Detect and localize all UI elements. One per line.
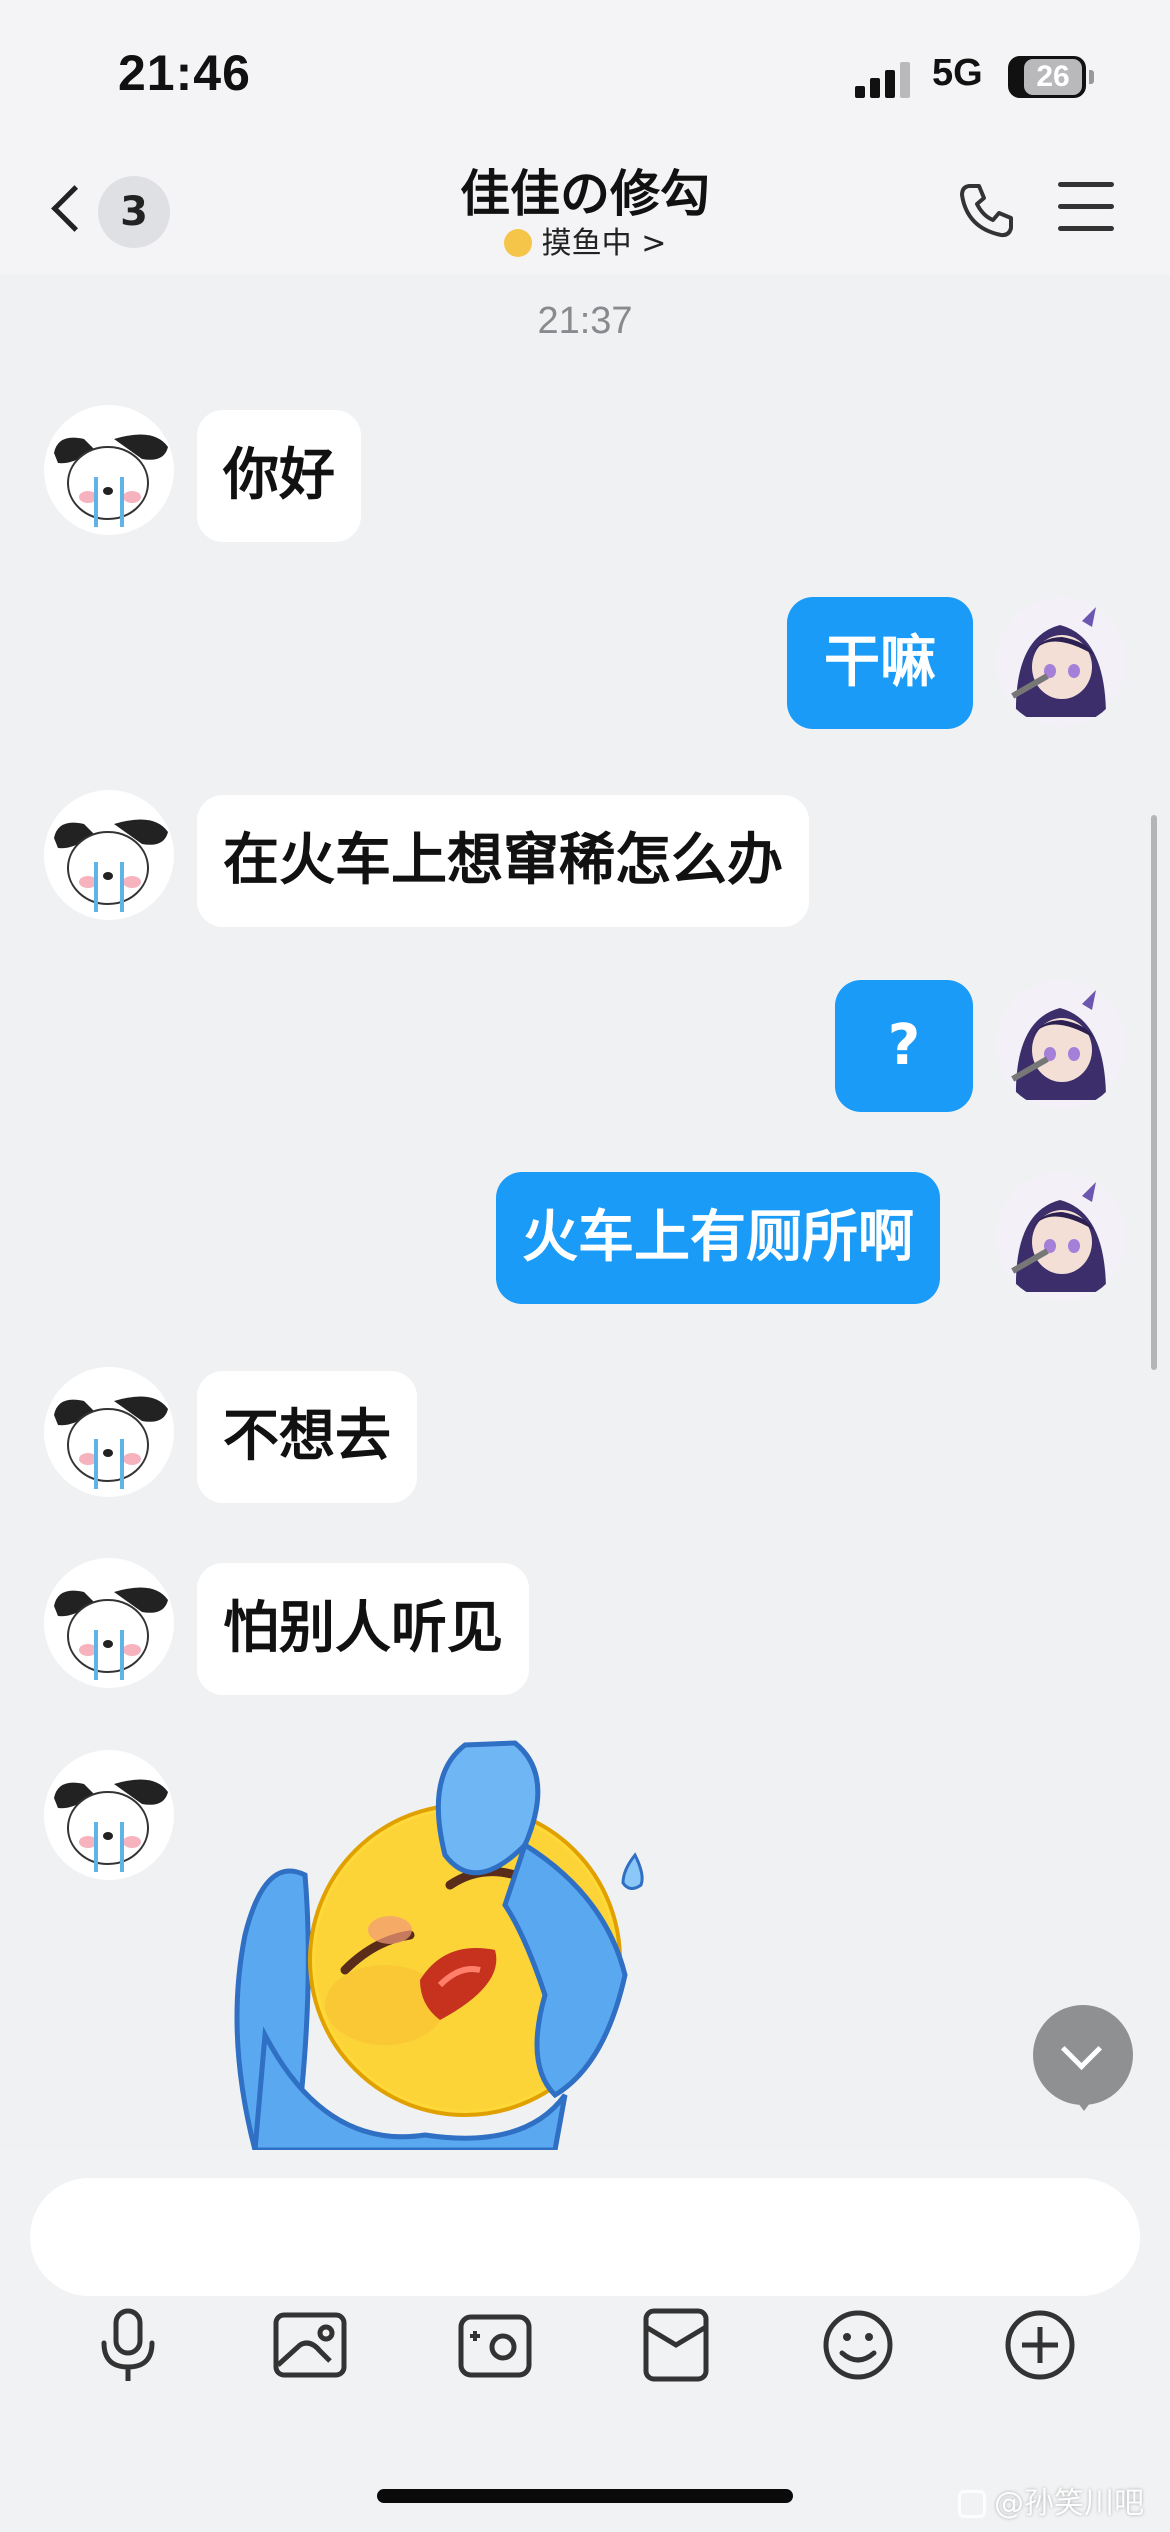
contact-avatar[interactable]: [44, 1558, 174, 1688]
message-bubble-out[interactable]: 火车上有厕所啊: [496, 1172, 940, 1304]
watermark: @孙笑川吧: [958, 2478, 1144, 2522]
battery-level: 26: [1024, 59, 1082, 95]
chat-header: 3 佳佳の修勾 摸鱼中 >: [0, 140, 1170, 275]
chevron-down-icon: [1060, 2028, 1103, 2071]
contact-status-text: 摸鱼中 >: [541, 226, 667, 261]
battery-icon: 26: [1008, 56, 1094, 98]
menu-icon[interactable]: [1058, 182, 1114, 236]
chat-scrollbar[interactable]: [1151, 815, 1157, 1370]
message-timestamp: 21:37: [537, 300, 633, 342]
status-emoji-icon: [503, 229, 532, 257]
my-avatar[interactable]: [996, 1172, 1126, 1302]
phone-icon[interactable]: [955, 178, 1019, 242]
watermark-icon: [958, 2490, 986, 2518]
red-packet-icon[interactable]: [636, 2305, 716, 2385]
home-indicator[interactable]: [377, 2489, 793, 2503]
emoji-icon[interactable]: [818, 2305, 898, 2385]
status-bar: 21:46 5G 26: [0, 0, 1170, 140]
message-bubble-in[interactable]: 你好: [197, 410, 361, 542]
watermark-text: @孙笑川吧: [994, 2486, 1144, 2521]
contact-avatar[interactable]: [44, 1367, 174, 1497]
contact-avatar[interactable]: [44, 1750, 174, 1880]
message-bubble-in[interactable]: 怕别人听见: [197, 1563, 529, 1695]
message-bubble-out[interactable]: 干嘛: [787, 597, 973, 729]
message-bubble-in[interactable]: 不想去: [197, 1371, 417, 1503]
signal-icon: [855, 60, 915, 98]
contact-avatar[interactable]: [44, 405, 174, 535]
scroll-to-bottom-button[interactable]: [1033, 2005, 1133, 2111]
composer: [0, 2150, 1170, 2532]
camera-icon[interactable]: [455, 2305, 535, 2385]
message-bubble-out[interactable]: ?: [835, 980, 973, 1112]
status-time: 21:46: [118, 45, 251, 101]
image-icon[interactable]: [270, 2305, 350, 2385]
microphone-icon[interactable]: [88, 2305, 168, 2385]
my-avatar[interactable]: [996, 597, 1126, 727]
crying-emoji-sticker[interactable]: [225, 1735, 685, 2150]
my-avatar[interactable]: [996, 980, 1126, 1110]
message-bubble-in[interactable]: 在火车上想窜稀怎么办: [197, 795, 809, 927]
contact-avatar[interactable]: [44, 790, 174, 920]
network-type: 5G: [932, 52, 983, 94]
plus-icon[interactable]: [1000, 2305, 1080, 2385]
message-input[interactable]: [30, 2178, 1140, 2296]
